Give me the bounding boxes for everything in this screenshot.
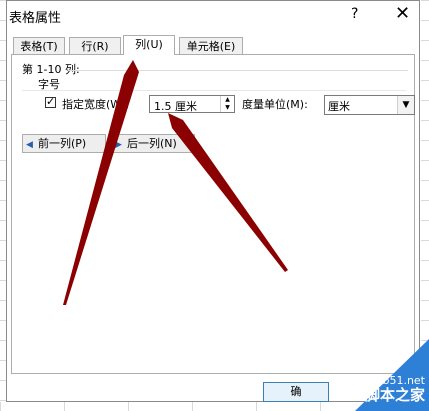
ok-button[interactable]: 确 — [263, 382, 329, 402]
tab-cell[interactable]: 单元格(E) — [179, 37, 243, 54]
chevron-down-icon[interactable]: ▼ — [397, 96, 414, 114]
prev-column-button[interactable]: ◀ 前一列(P) — [22, 134, 106, 153]
help-button[interactable]: ? — [351, 6, 358, 22]
specify-width-label: 指定宽度(W): — [62, 98, 130, 111]
column-range-label: 第 1-10 列: — [22, 63, 80, 76]
separator — [22, 90, 406, 91]
table-properties-dialog: 表格属性 ? ✕ 表格(T) 行(R) 列(U) 单元格(E) 第 1-10 列… — [6, 0, 420, 402]
section-divider — [68, 70, 408, 71]
title-bar: 表格属性 ? ✕ — [7, 1, 419, 31]
tab-table[interactable]: 表格(T) — [13, 37, 65, 54]
close-button[interactable]: ✕ — [395, 3, 410, 24]
spin-up-icon[interactable]: ▲ — [221, 96, 234, 104]
unit-select[interactable]: 厘米 ▼ — [324, 95, 415, 115]
tab-row[interactable]: 行(R) — [69, 37, 121, 54]
tab-bar: 表格(T) 行(R) 列(U) 单元格(E) — [7, 35, 419, 55]
next-column-button[interactable]: ▶ 后一列(N) — [111, 134, 195, 153]
spin-down-icon[interactable]: ▼ — [221, 104, 234, 112]
arrow-left-icon: ◀ — [26, 140, 33, 150]
prev-column-label: 前一列(P) — [38, 137, 87, 150]
width-spinner[interactable]: 1.5 厘米 ▲ ▼ — [149, 95, 235, 113]
unit-label: 度量单位(M): — [242, 98, 308, 111]
tab-column[interactable]: 列(U) — [123, 35, 175, 55]
column-tab-panel: 第 1-10 列: 字号 ✓ 指定宽度(W): 1.5 厘米 ▲ ▼ 度量单位(… — [11, 54, 415, 374]
dialog-title: 表格属性 — [9, 11, 62, 26]
checkmark-icon: ✓ — [46, 95, 56, 108]
arrow-right-icon: ▶ — [115, 140, 122, 150]
specify-width-checkbox[interactable]: ✓ — [45, 95, 56, 108]
unit-selected-value: 厘米 — [328, 100, 350, 113]
next-column-label: 后一列(N) — [127, 137, 177, 150]
width-value[interactable]: 1.5 厘米 — [154, 98, 197, 114]
watermark-name: 脚本之家 — [364, 386, 425, 404]
spinner-buttons: ▲ ▼ — [220, 96, 234, 112]
